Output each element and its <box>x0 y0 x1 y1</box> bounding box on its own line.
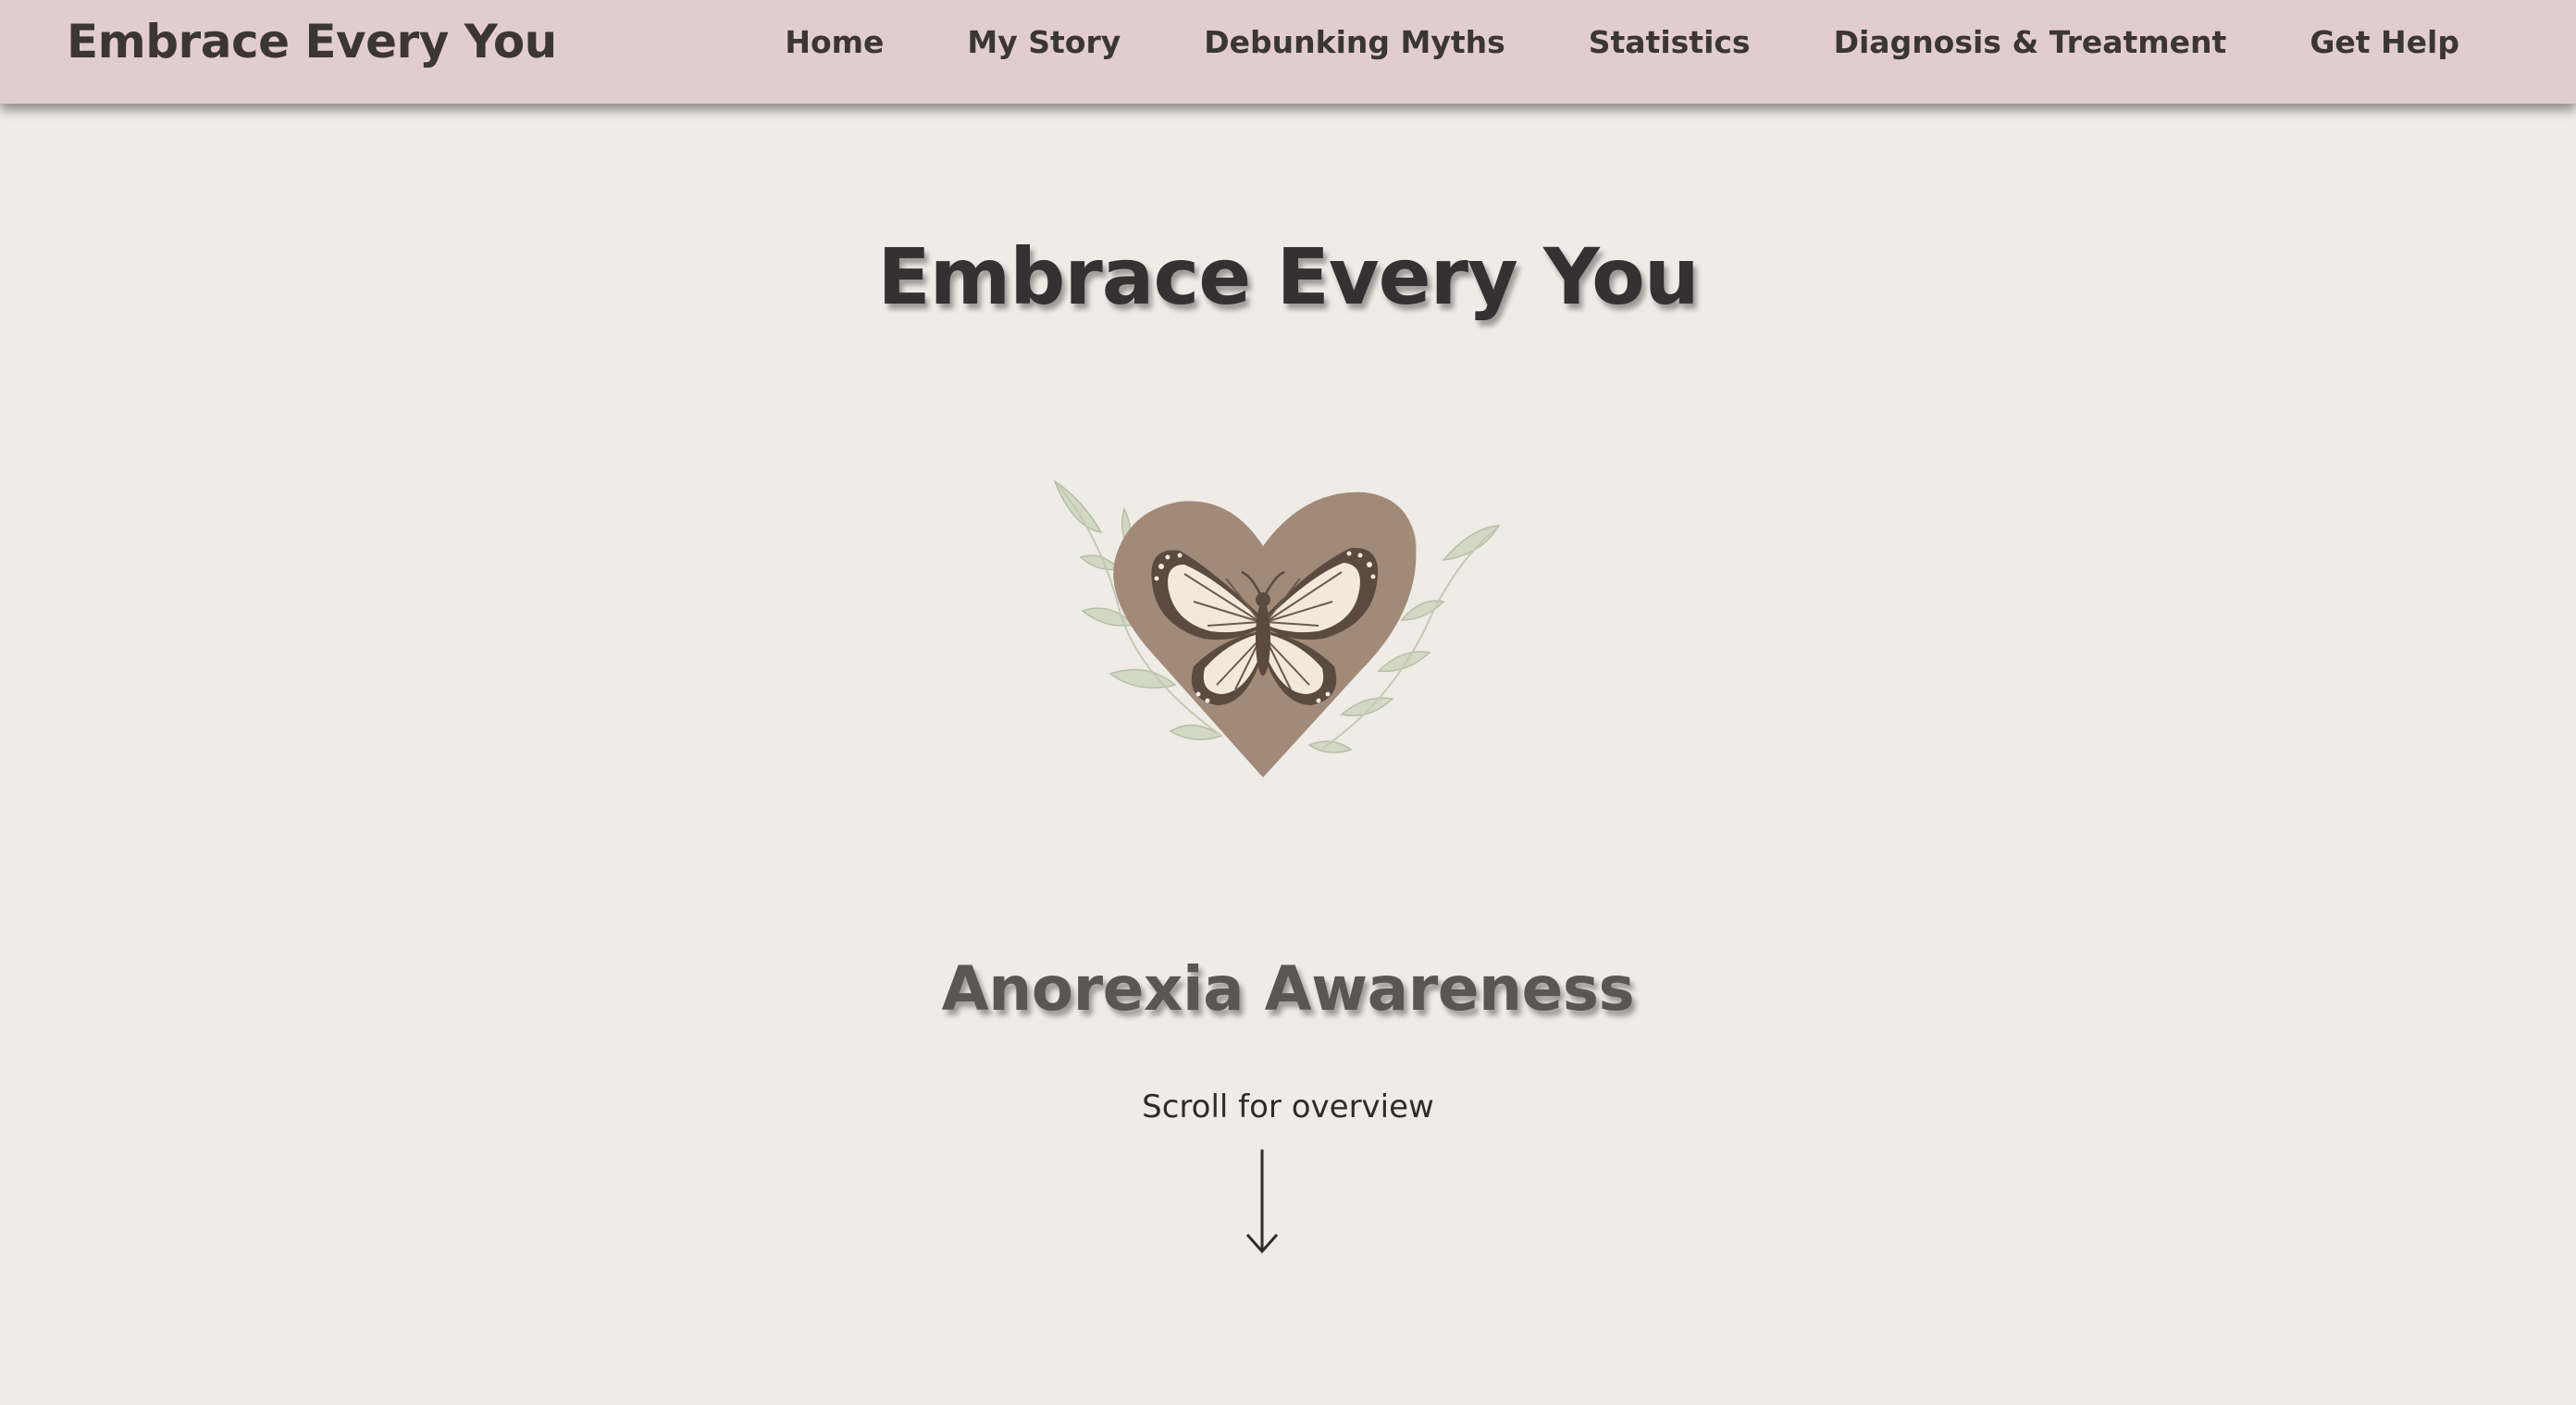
hero-title: Embrace Every You <box>877 231 1699 322</box>
arrow-down-icon[interactable] <box>1244 1148 1281 1255</box>
nav-link-get-help[interactable]: Get Help <box>2310 19 2459 67</box>
nav-link-statistics[interactable]: Statistics <box>1589 19 1751 67</box>
navbar: Embrace Every You Home My Story Debunkin… <box>0 0 2576 104</box>
nav-menu: Home My Story Debunking Myths Statistics… <box>785 19 2459 67</box>
nav-link-home[interactable]: Home <box>785 19 884 67</box>
heart-butterfly-logo-icon <box>1053 479 1501 777</box>
nav-link-my-story[interactable]: My Story <box>967 19 1121 67</box>
brand-logo-link[interactable]: Embrace Every You <box>67 13 557 70</box>
hero-subtitle: Anorexia Awareness <box>941 953 1635 1025</box>
scroll-hint-text: Scroll for overview <box>1142 1088 1434 1125</box>
nav-link-debunking-myths[interactable]: Debunking Myths <box>1204 19 1505 67</box>
nav-link-diagnosis-treatment[interactable]: Diagnosis & Treatment <box>1834 19 2227 67</box>
